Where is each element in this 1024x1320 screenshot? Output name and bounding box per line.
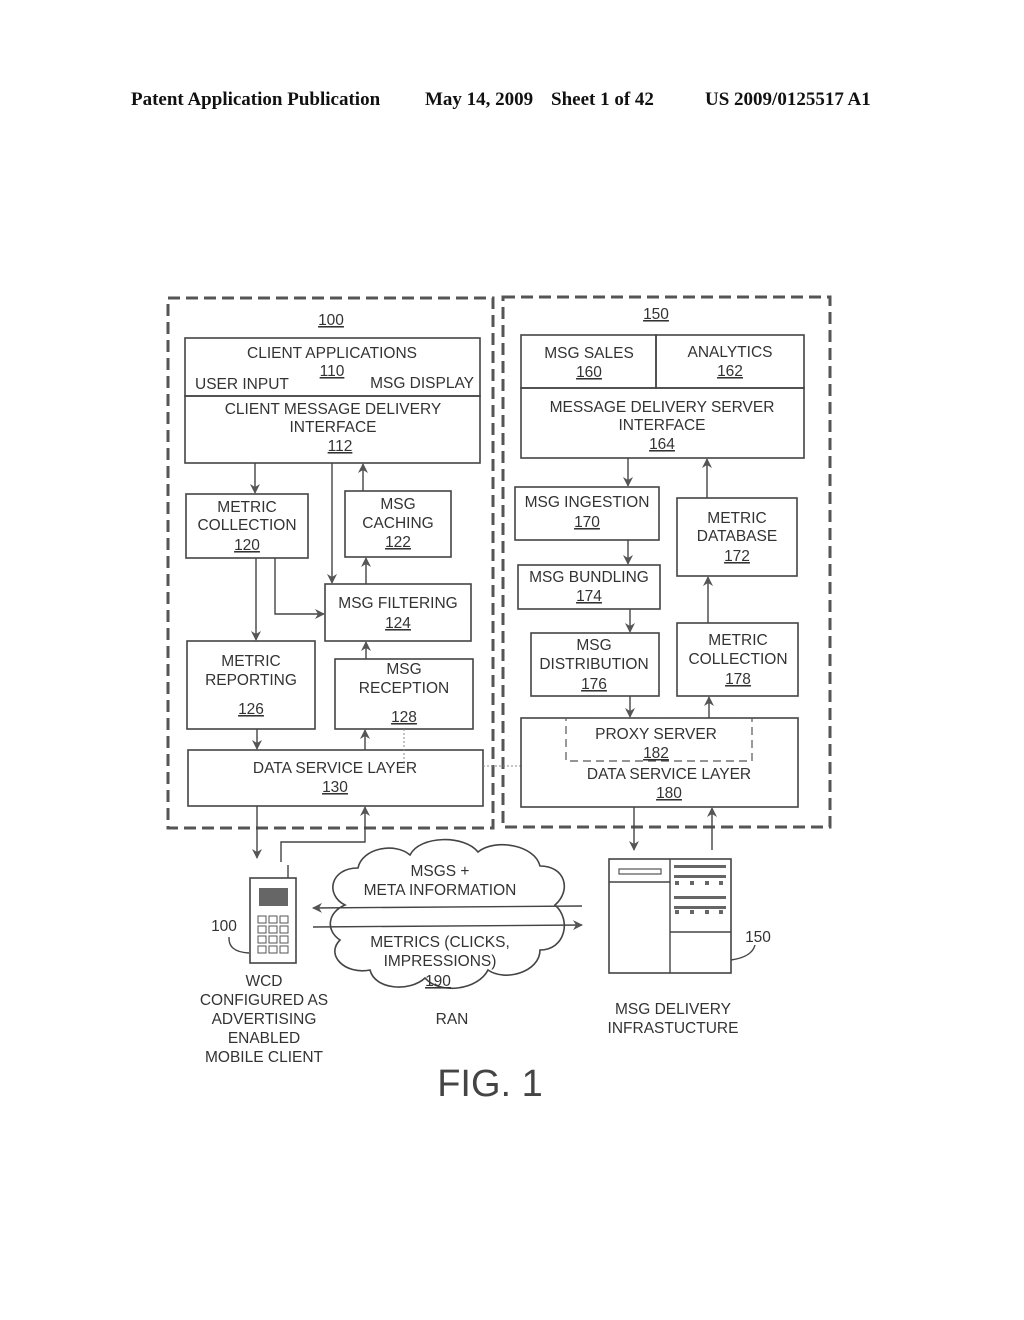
metric-reporting-126-box: METRIC REPORTING 126 (186, 640, 316, 730)
msg-sales-160-box: MSG SALES 160 (520, 334, 657, 389)
svg-text:DISTRIBUTION: DISTRIBUTION (539, 656, 648, 673)
svg-text:WCD: WCD (245, 973, 282, 990)
svg-text:126: 126 (238, 701, 264, 718)
network-ran-label: RAN (436, 1011, 469, 1028)
svg-text:CLIENT MESSAGE DELIVERY: CLIENT MESSAGE DELIVERY (225, 401, 442, 418)
metric-database-172-box: METRIC DATABASE 172 (676, 497, 798, 577)
client-message-delivery-interface-box: CLIENT MESSAGE DELIVERY INTERFACE 112 (184, 395, 481, 464)
msg-reception-128-box: MSG RECEPTION 128 (334, 658, 474, 730)
svg-text:122: 122 (385, 534, 411, 551)
svg-text:MSG DISPLAY: MSG DISPLAY (370, 375, 474, 392)
client-data-service-layer-box: DATA SERVICE LAYER 130 (187, 749, 484, 807)
svg-text:INTERFACE: INTERFACE (290, 419, 377, 436)
svg-text:172: 172 (724, 548, 750, 565)
msg-filtering-124-box: MSG FILTERING 124 (324, 583, 472, 642)
server-rack-icon (608, 858, 756, 974)
svg-text:130: 130 (322, 779, 348, 796)
svg-text:ANALYTICS: ANALYTICS (688, 344, 773, 361)
svg-text:124: 124 (385, 615, 411, 632)
svg-text:PROXY SERVER: PROXY SERVER (595, 726, 717, 743)
svg-text:110: 110 (320, 363, 345, 380)
svg-text:164: 164 (649, 436, 675, 453)
msg-ingestion-170-box: MSG INGESTION 170 (514, 486, 660, 541)
msg-caching-122-box: MSG CACHING 122 (344, 490, 452, 558)
svg-text:MSG SALES: MSG SALES (544, 345, 634, 362)
client-applications-box: CLIENT APPLICATIONS 110 USER INPUT MSG D… (184, 337, 481, 397)
network-ref: 190 (425, 973, 451, 990)
svg-text:DATA SERVICE LAYER: DATA SERVICE LAYER (587, 766, 751, 783)
svg-text:128: 128 (391, 709, 417, 726)
server-region-ref: 150 (643, 306, 669, 323)
svg-text:DATABASE: DATABASE (697, 528, 777, 545)
svg-text:170: 170 (574, 514, 600, 531)
message-delivery-server-interface-box: MESSAGE DELIVERY SERVER INTERFACE 164 (520, 387, 805, 459)
svg-text:160: 160 (576, 364, 602, 381)
svg-text:RECEPTION: RECEPTION (359, 680, 449, 697)
svg-text:MSG FILTERING: MSG FILTERING (338, 595, 457, 612)
network-metrics-label: METRICS (CLICKS, (370, 934, 510, 951)
svg-text:METRIC: METRIC (708, 632, 767, 649)
server-data-service-layer-box: PROXY SERVER 182 DATA SERVICE LAYER 180 (520, 717, 799, 808)
svg-text:INTERFACE: INTERFACE (619, 417, 706, 434)
svg-text:MSG: MSG (576, 637, 611, 654)
svg-text:INFRASTUCTURE: INFRASTUCTURE (608, 1020, 739, 1037)
svg-text:MSG: MSG (380, 496, 415, 513)
client-region-ref: 100 (318, 312, 344, 329)
svg-text:178: 178 (725, 671, 751, 688)
network-msgs-label: MSGS + (410, 863, 469, 880)
svg-text:METRIC: METRIC (221, 653, 280, 670)
network-flow-arrows (312, 902, 583, 931)
network-impressions-label: IMPRESSIONS) (384, 953, 497, 970)
svg-text:CACHING: CACHING (362, 515, 433, 532)
svg-text:CLIENT APPLICATIONS: CLIENT APPLICATIONS (247, 345, 417, 362)
svg-text:174: 174 (576, 588, 602, 605)
svg-text:MSG INGESTION: MSG INGESTION (525, 494, 650, 511)
metric-collection-120-box: METRIC COLLECTION 120 (185, 493, 309, 559)
svg-text:MSG DELIVERY: MSG DELIVERY (615, 1001, 731, 1018)
svg-text:ENABLED: ENABLED (228, 1030, 300, 1047)
svg-text:USER INPUT: USER INPUT (195, 376, 289, 393)
svg-text:162: 162 (717, 363, 743, 380)
svg-text:112: 112 (328, 438, 353, 455)
svg-text:MSG BUNDLING: MSG BUNDLING (529, 569, 649, 586)
svg-text:182: 182 (643, 745, 669, 762)
svg-text:METRIC: METRIC (217, 499, 276, 516)
svg-text:COLLECTION: COLLECTION (688, 651, 787, 668)
svg-text:176: 176 (581, 676, 607, 693)
svg-text:COLLECTION: COLLECTION (197, 517, 296, 534)
figure-1-diagram: 100 CLIENT APPLICATIONS 110 USER INPUT M… (166, 295, 832, 1105)
svg-text:CONFIGURED AS: CONFIGURED AS (200, 992, 328, 1009)
svg-text:METRIC: METRIC (707, 510, 766, 527)
msg-distribution-176-box: MSG DISTRIBUTION 176 (530, 632, 660, 697)
infrastructure-caption: MSG DELIVERY INFRASTUCTURE (608, 1001, 739, 1037)
figure-label: FIG. 1 (437, 1063, 543, 1105)
mobile-phone-icon (228, 865, 297, 964)
svg-text:120: 120 (234, 537, 260, 554)
device-caption: WCD CONFIGURED AS ADVERTISING ENABLED MO… (200, 973, 328, 1066)
svg-text:ADVERTISING: ADVERTISING (212, 1011, 317, 1028)
svg-text:MOBILE CLIENT: MOBILE CLIENT (205, 1049, 324, 1066)
svg-text:MSG: MSG (386, 661, 421, 678)
analytics-162-box: ANALYTICS 162 (655, 334, 805, 389)
metric-collection-178-box: METRIC COLLECTION 178 (676, 622, 799, 697)
infrastructure-ref: 150 (745, 929, 771, 946)
msg-bundling-174-box: MSG BUNDLING 174 (517, 564, 661, 610)
svg-text:MESSAGE DELIVERY SERVER: MESSAGE DELIVERY SERVER (550, 399, 775, 416)
svg-text:REPORTING: REPORTING (205, 672, 297, 689)
device-ref: 100 (211, 918, 237, 935)
network-meta-label: META INFORMATION (364, 882, 517, 899)
svg-text:180: 180 (656, 785, 682, 802)
svg-text:DATA SERVICE LAYER: DATA SERVICE LAYER (253, 760, 417, 777)
